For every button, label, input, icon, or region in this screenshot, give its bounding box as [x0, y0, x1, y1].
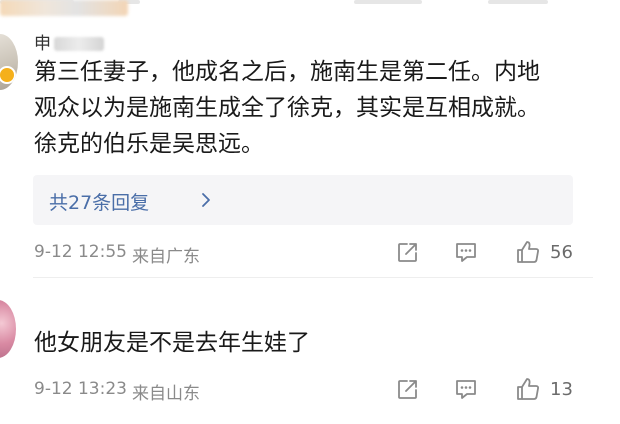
- comment-icon: [456, 243, 476, 262]
- avatar[interactable]: [0, 300, 16, 358]
- comment-text: 第三任妻子，他成名之后，施南生是第二任。内地 观众以为是施南生成全了徐克，其实是…: [34, 59, 540, 157]
- like-count: 13: [550, 379, 573, 400]
- comment-text: 他女朋友是不是去年生娃了: [34, 330, 310, 356]
- username-visible-text: 申: [34, 34, 52, 54]
- divider-segment: [354, 0, 422, 4]
- comment-location: 来自广东: [132, 247, 200, 267]
- comment-time: 9-12 12:55: [34, 242, 127, 262]
- verified-badge-icon: [0, 66, 16, 84]
- username[interactable]: 申: [34, 29, 104, 54]
- username-redacted[interactable]: [0, 0, 128, 16]
- replies-count-label: 共27条回复: [49, 192, 150, 214]
- share-icon: [398, 380, 417, 399]
- share-icon: [398, 243, 417, 262]
- username-redacted: [54, 37, 104, 51]
- thumbs-up-icon: [517, 378, 539, 400]
- comment-time: 9-12 13:23: [34, 379, 127, 399]
- comment-icon: [456, 380, 476, 399]
- view-replies-button[interactable]: 共27条回复: [33, 175, 573, 225]
- like-count: 56: [550, 242, 573, 263]
- avatar[interactable]: [0, 34, 18, 90]
- share-button[interactable]: [394, 238, 422, 266]
- thumbs-up-icon: [517, 241, 539, 263]
- chevron-right-icon: [202, 193, 210, 207]
- comment-divider: [33, 277, 593, 278]
- share-button[interactable]: [394, 375, 422, 403]
- comment-button[interactable]: [452, 238, 480, 266]
- divider-segment: [488, 0, 548, 4]
- comment-thread: 申 第三任妻子，他成名之后，施南生是第二任。内地 观众以为是施南生成全了徐克，其…: [0, 0, 620, 424]
- comment-meta: 9-12 13:23 来自山东 13: [34, 375, 594, 404]
- like-button[interactable]: [514, 238, 542, 266]
- comment-location: 来自山东: [132, 384, 200, 404]
- like-button[interactable]: [514, 375, 542, 403]
- comment-button[interactable]: [452, 375, 480, 403]
- comment-meta: 9-12 12:55 来自广东 56: [34, 238, 594, 267]
